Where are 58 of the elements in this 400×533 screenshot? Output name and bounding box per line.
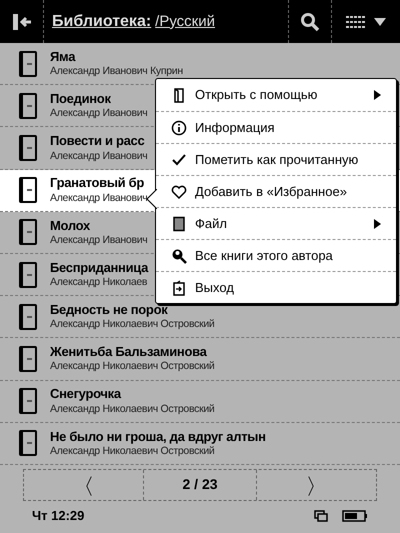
book-author: Александр Николаевич Островский (50, 318, 214, 332)
book-title: Бесприданница (50, 260, 148, 276)
next-page-button[interactable]: 〉 (256, 470, 376, 500)
heart-icon (171, 184, 187, 200)
book-title: Поединок (50, 91, 112, 108)
submenu-arrow-icon (374, 90, 381, 100)
book-icon (18, 260, 38, 289)
menu-item[interactable]: Добавить в «Избранное» (156, 175, 396, 207)
book-author: Александр Николаевич Островский (50, 360, 214, 374)
book-icon (18, 92, 38, 120)
file-icon (171, 216, 187, 232)
menu-item[interactable]: Информация (156, 111, 396, 143)
library-link[interactable]: Библиотека: (52, 10, 152, 34)
book-icon (18, 387, 38, 416)
book-title: Женитьба Бальзаминова (50, 344, 208, 360)
person-search-icon (171, 248, 187, 264)
list-icon (346, 14, 366, 28)
book-row[interactable]: Не было ни гроша, да вдруг алтын Александр Николаевич Островский (0, 422, 400, 465)
menu-item[interactable]: Пометить как прочитанную (156, 143, 396, 175)
book-icon (18, 134, 38, 162)
previous-page-button[interactable]: 〈 (24, 470, 144, 500)
book-author: Александр Иванович (50, 107, 148, 120)
book-icon (18, 218, 38, 246)
book-author: Александр Николаевич Островский (50, 402, 214, 416)
book-title: Не было ни гроша, да вдруг алтын (50, 428, 266, 445)
checkmark-icon (171, 152, 187, 168)
book-author: Александр Иванович (50, 192, 148, 205)
book-row[interactable]: Снегурочка Александр Николаевич Островский (0, 380, 400, 423)
book-author: Александр Иванович (50, 234, 148, 248)
book-icon (18, 429, 38, 458)
book-icon (18, 176, 38, 204)
book-author: Александр Николаев (50, 276, 148, 290)
book-title: Гранатовый бр (50, 175, 146, 192)
page-indicator: 2 / 23 (181, 475, 219, 494)
book-title: Молох (50, 218, 91, 234)
menu-item[interactable]: Все книги этого автора (156, 239, 396, 271)
book-author: Александр Николаевич Островский (50, 444, 216, 458)
book-title: Бедность не порок (50, 302, 169, 318)
book-icon (18, 344, 38, 373)
book-title: Снегурочка (50, 386, 122, 403)
book-icon (18, 50, 38, 78)
exit-icon (171, 280, 187, 296)
exit-door-icon (12, 12, 32, 32)
book-author: Александр Иванович Куприн (50, 65, 183, 78)
folder-path[interactable]: /Русский (155, 10, 215, 33)
menu-item[interactable]: Файл (156, 207, 396, 239)
menu-item[interactable]: Выход (156, 271, 396, 303)
book-title: Яма (50, 48, 76, 66)
search-icon (300, 12, 320, 32)
dropdown-triangle-icon (374, 18, 386, 26)
info-icon (171, 120, 187, 136)
submenu-arrow-icon (374, 218, 381, 228)
clock: Чт 12:29 (32, 507, 86, 526)
book-icon (18, 302, 38, 331)
book-author: Александр Иванович (50, 150, 148, 163)
windows-icon (314, 510, 328, 522)
book-title: Повести и расс (50, 133, 146, 150)
battery-icon (342, 510, 368, 522)
